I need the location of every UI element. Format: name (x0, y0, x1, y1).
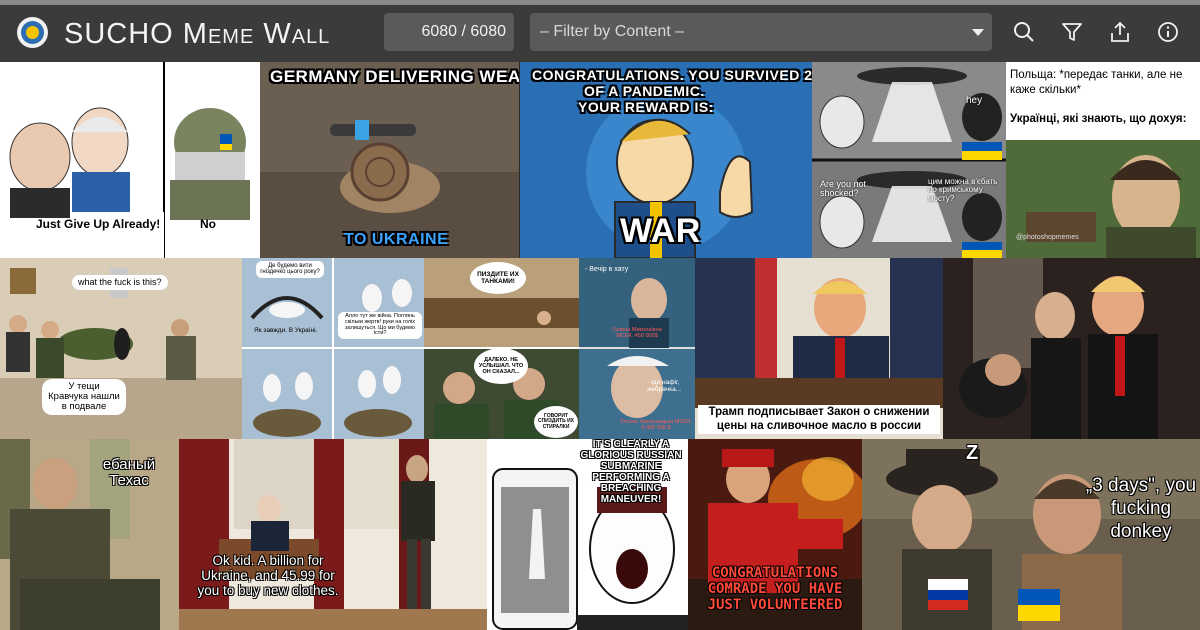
app-title: SUCHO Meme Wall (64, 18, 330, 51)
title-meme-wall: Meme Wall (182, 18, 331, 50)
bubble-basement: У тещи Кравчука нашли в подвале (42, 379, 126, 415)
meme-tile-biden[interactable]: Ok kid. A billion for Ukraine, and 45.99… (179, 439, 487, 630)
chevron-down-icon (972, 29, 984, 36)
content-filter-select[interactable]: – Filter by Content – (530, 13, 992, 51)
caption-texas: ебаный Техас (102, 456, 156, 489)
meme-tile-ufo[interactable]: hey Are you not shocked? цим можна в'єба… (812, 62, 1006, 258)
meme-tile-submarine[interactable]: IT'S CLEARLY A GLORIOUS RUSSIAN SUBMARIN… (487, 439, 688, 630)
meme-tile-texas[interactable]: ебаный Техас (0, 439, 179, 630)
caption-not-shocked: Are you not shocked? (820, 179, 867, 199)
caption-always: Як завжди. В Україні. (254, 327, 318, 334)
info-icon[interactable] (1156, 20, 1180, 44)
bubble-far: ДАЛЕКО. НЕ УСЛЫШАЛ. ЧТО ОН СКАЗАЛ... (474, 348, 528, 384)
caption-evening: - Вечір в хату (585, 266, 629, 273)
app-header: SUCHO Meme Wall 6080 / 6080 – Filter by … (0, 5, 1200, 62)
caption-line1: CONGRATULATIONS. YOU SURVIVED 2 YEARS (532, 67, 812, 83)
credit-watermark: @photoshopmemes (1016, 234, 1079, 241)
meme-tile-vault-boy[interactable]: CONGRATULATIONS. YOU SURVIVED 2 YEARS OF… (520, 62, 812, 258)
caption-z: Z (966, 442, 979, 464)
caption-tetiana: Тетяна Хмельницька МСЕК. 6 000 000 $ (620, 419, 692, 431)
caption-comrade: CONGRATULATIONS COMRADE YOU HAVE JUST VO… (707, 565, 843, 614)
bubble-washers: ГОВОРИТ СПИЗДИТЬ ИХ СТИРАЛКИ (534, 406, 578, 438)
item-counter: 6080 / 6080 (384, 13, 514, 51)
caption-submarine: IT'S CLEARLY A GLORIOUS RUSSIAN SUBMARIN… (580, 439, 682, 505)
caption-bridge: цим можна в'єбать по кримському мосту? (928, 177, 998, 203)
caption-bottom: TO UKRAINE (344, 231, 449, 248)
bubble-nest: Де будемо вити гніздечко цього року? (256, 261, 324, 278)
meme-tile-nurses[interactable]: - Вечір в хату Галина Миколаївна МСЕК. 4… (579, 258, 695, 439)
caption-line3: YOUR REWARD IS: (578, 99, 714, 115)
caption-poland: Польща: *передає танки, але не каже скіл… (1010, 69, 1183, 96)
caption-top: GERMANY DELIVERING WEAPONS (270, 67, 519, 86)
meme-tile-trump-butter[interactable]: Трамп подписывает Закон о снижении цены … (695, 258, 943, 439)
title-sucho: SUCHO (64, 18, 174, 50)
meme-tile-storks[interactable]: Де будемо вити гніздечко цього року? Як … (242, 258, 424, 439)
share-icon[interactable] (1108, 20, 1132, 44)
meme-tile-snail[interactable]: GERMANY DELIVERING WEAPONS TO UKRAINE (260, 62, 519, 258)
bubble-war: Алло тут же війна. Поглянь скільки жертв… (338, 312, 422, 340)
caption-hey: hey (966, 95, 983, 106)
caption-line2: OF A PANDEMIC. (584, 83, 705, 99)
meme-tile-walking-dead[interactable]: Z „3 days", you fucking donkey (862, 439, 1200, 630)
filter-placeholder: – Filter by Content – (540, 23, 685, 40)
caption-3-days: „3 days", you fucking donkey (1085, 475, 1197, 542)
caption-right: No (200, 217, 216, 231)
sucho-logo-icon (17, 17, 48, 48)
meme-tile-kissinger[interactable]: Just Give Up Already! No (0, 62, 260, 258)
filter-icon[interactable] (1060, 20, 1084, 44)
caption-butter: Трамп подписывает Закон о снижении цены … (698, 405, 940, 434)
meme-grid: Just Give Up Already! No GERMANY DELIVER… (0, 62, 1200, 630)
caption-ukrainians: Українці, які знають, що дохуя: (1010, 113, 1187, 125)
meme-tile-meeting[interactable]: what the fuck is this? У тещи Кравчука н… (0, 258, 242, 439)
bubble-tanks: ПИЗДИТЕ ИХ ТАНКАМИ! (470, 262, 526, 294)
meme-tile-godfather[interactable] (943, 258, 1200, 439)
caption-left: Just Give Up Already! (36, 217, 161, 231)
bubble-what: what the fuck is this? (72, 275, 168, 291)
caption-billion: Ok kid. A billion for Ukraine, and 45.99… (197, 553, 339, 598)
meme-tile-comrade[interactable]: CONGRATULATIONS COMRADE YOU HAVE JUST VO… (688, 439, 862, 630)
meme-tile-poland-tanks[interactable]: Польща: *передає танки, але не каже скіл… (1006, 62, 1200, 258)
caption-go-away: - Іди нафіг, жебрачка... (647, 379, 682, 393)
meme-tile-generals[interactable]: ПИЗДИТЕ ИХ ТАНКАМИ! ДАЛЕКО. НЕ УСЛЫШАЛ. … (424, 258, 579, 439)
search-icon[interactable] (1012, 20, 1036, 44)
caption-bottom: WAR (620, 212, 701, 250)
caption-galyna: Галина Миколаївна МСЕК. 450 000$ (612, 327, 662, 339)
